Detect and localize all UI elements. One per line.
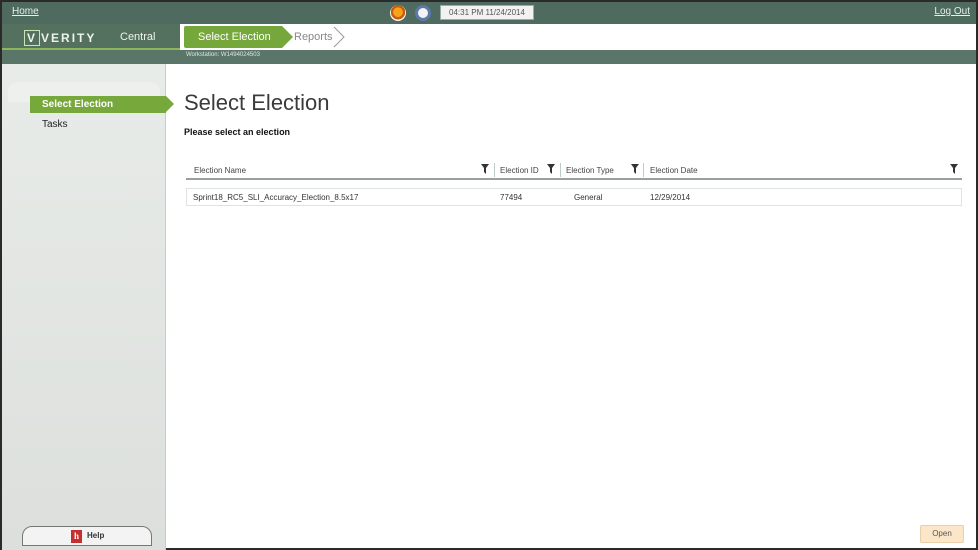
help-button[interactable]: h Help xyxy=(22,526,152,546)
connection-status-icon[interactable] xyxy=(415,5,431,21)
filter-icon[interactable] xyxy=(481,164,489,174)
cell-election-name: Sprint18_RC5_SLI_Accuracy_Election_8.5x1… xyxy=(193,193,359,202)
cell-election-type: General xyxy=(574,193,603,202)
filter-icon[interactable] xyxy=(547,164,555,174)
column-header-election-id[interactable]: Election ID xyxy=(500,166,539,175)
column-header-election-name[interactable]: Election Name xyxy=(194,166,246,175)
module-name: Central xyxy=(120,31,156,43)
page-title: Select Election xyxy=(184,90,330,115)
sidebar-item-tasks[interactable]: Tasks xyxy=(42,119,68,130)
column-separator xyxy=(494,163,495,177)
navigation-bar: V VERITY Central Select Election Reports xyxy=(2,24,976,50)
cell-election-id: 77494 xyxy=(500,193,523,202)
table-row[interactable]: Sprint18_RC5_SLI_Accuracy_Election_8.5x1… xyxy=(186,188,962,206)
column-separator xyxy=(560,163,561,177)
logo-text: VERITY xyxy=(41,31,97,45)
column-separator xyxy=(643,163,644,177)
table-header: Election Name Election ID Election Type … xyxy=(186,160,962,180)
brand-area: V VERITY Central xyxy=(2,24,180,50)
filter-icon[interactable] xyxy=(950,164,958,174)
open-button[interactable]: Open xyxy=(920,525,964,543)
printer-status-icon[interactable] xyxy=(390,5,406,21)
workstation-bar: Workstation: W1494024503 xyxy=(2,50,976,64)
column-header-election-type[interactable]: Election Type xyxy=(566,166,614,175)
help-label: Help xyxy=(87,531,105,540)
election-table: Election Name Election ID Election Type … xyxy=(186,160,962,206)
home-link[interactable]: Home xyxy=(12,6,39,17)
filter-icon[interactable] xyxy=(631,164,639,174)
breadcrumb-reports[interactable]: Reports xyxy=(288,26,338,48)
logout-link[interactable]: Log Out xyxy=(934,6,970,17)
sidebar: Select Election Tasks h Help xyxy=(2,64,174,550)
cell-election-date: 12/29/2014 xyxy=(650,193,691,202)
app-window: Home 04:31 PM 11/24/2014 Log Out V VERITY… xyxy=(0,0,978,550)
sidebar-item-select-election[interactable]: Select Election xyxy=(30,96,174,113)
workstation-bar-left xyxy=(2,50,178,64)
help-icon: h xyxy=(71,530,82,543)
chevron-right-icon xyxy=(333,26,345,48)
column-header-election-date[interactable]: Election Date xyxy=(650,166,698,175)
top-bar: Home 04:31 PM 11/24/2014 Log Out xyxy=(2,2,976,24)
logo-v-mark: V xyxy=(24,30,41,46)
verity-logo: V VERITY xyxy=(24,30,96,46)
datetime-display: 04:31 PM 11/24/2014 xyxy=(440,5,534,20)
workstation-label: Workstation: W1494024503 xyxy=(186,52,260,58)
page-subtitle: Please select an election xyxy=(184,127,291,137)
breadcrumb-select-election[interactable]: Select Election xyxy=(184,26,293,48)
